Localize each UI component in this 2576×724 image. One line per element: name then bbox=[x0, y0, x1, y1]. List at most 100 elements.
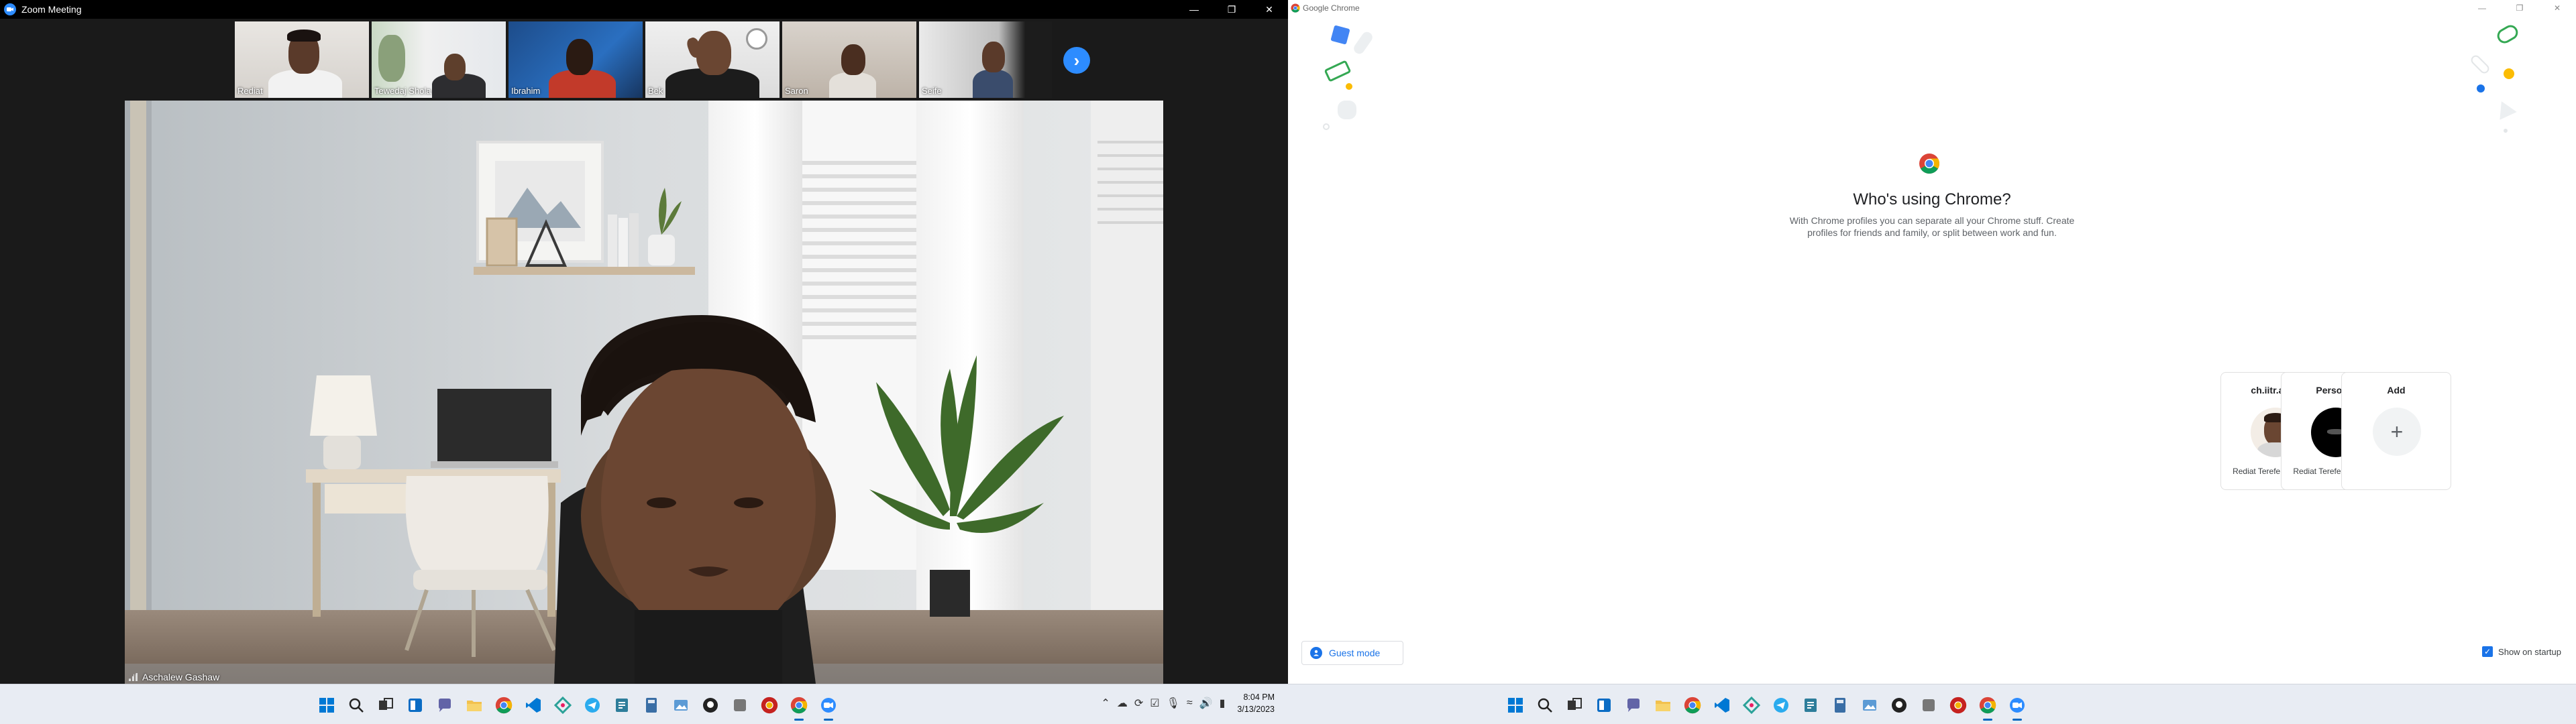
start-icon[interactable] bbox=[315, 694, 338, 717]
vscode-icon[interactable] bbox=[522, 694, 545, 717]
decorative-ring bbox=[1323, 123, 1330, 130]
app-icon[interactable] bbox=[1799, 694, 1822, 717]
volume-icon[interactable]: 🔊 bbox=[1199, 697, 1213, 710]
guest-mode-button[interactable]: Guest mode bbox=[1301, 641, 1403, 665]
widgets-icon[interactable] bbox=[404, 694, 427, 717]
guest-mode-label: Guest mode bbox=[1329, 648, 1381, 658]
chrome-dev-icon[interactable] bbox=[758, 694, 781, 717]
decorative-squiggle bbox=[2494, 22, 2521, 46]
chrome-icon[interactable] bbox=[1681, 694, 1704, 717]
decorative-capsule-shape bbox=[1352, 29, 1375, 56]
minimize-button[interactable]: — bbox=[1175, 0, 1213, 19]
restore-button[interactable]: ❐ bbox=[2501, 0, 2538, 16]
show-on-startup-label: Show on startup bbox=[2498, 646, 2561, 657]
minimize-button[interactable]: — bbox=[2463, 0, 2501, 16]
participant-name: Tewedaj Shola bbox=[374, 86, 431, 96]
wifi-icon[interactable]: ≈ bbox=[1187, 697, 1193, 709]
taskbar-apps bbox=[1504, 694, 2029, 721]
app-icon[interactable] bbox=[1917, 694, 1940, 717]
chat-icon[interactable] bbox=[1622, 694, 1645, 717]
search-icon[interactable] bbox=[1534, 694, 1556, 717]
clock[interactable]: 8:04 PM 3/13/2023 bbox=[1237, 691, 1275, 715]
widgets-icon[interactable] bbox=[1593, 694, 1615, 717]
app-icon[interactable] bbox=[1740, 694, 1763, 717]
onedrive-icon[interactable]: ☁ bbox=[1117, 697, 1128, 710]
zoom-titlebar: Zoom Meeting — ❐ ✕ bbox=[0, 0, 1288, 19]
chevron-up-icon[interactable]: ⌃ bbox=[1101, 697, 1110, 710]
photos-icon[interactable] bbox=[669, 694, 692, 717]
participant-name: Seife bbox=[922, 86, 942, 96]
participant-gallery: Rediat Tewedaj Shola Ibrahim Bek Saron S… bbox=[235, 21, 1055, 98]
active-speaker-label: Aschalew Gashaw bbox=[129, 672, 219, 682]
file-explorer-icon[interactable] bbox=[1652, 694, 1674, 717]
taskbar-secondary bbox=[1288, 684, 2576, 724]
participant-tile[interactable]: Bek bbox=[645, 21, 780, 98]
participant-tile[interactable]: Seife bbox=[919, 21, 1052, 98]
zoom-logo-icon bbox=[4, 3, 16, 15]
battery-icon[interactable]: ▮ bbox=[1220, 697, 1226, 710]
app-icon[interactable] bbox=[729, 694, 751, 717]
zoom-window-controls: — ❐ ✕ bbox=[1175, 0, 1288, 19]
chevron-right-icon: › bbox=[1073, 50, 1080, 70]
microphone-icon[interactable]: 🎙 bbox=[1167, 697, 1180, 710]
chrome-icon[interactable] bbox=[492, 694, 515, 717]
file-explorer-icon[interactable] bbox=[463, 694, 486, 717]
calculator-icon[interactable] bbox=[1829, 694, 1851, 717]
add-profile-card[interactable]: Add + bbox=[2341, 372, 2451, 490]
active-speaker-video: Aschalew Gashaw bbox=[125, 101, 1163, 684]
participant-name: Ibrahim bbox=[511, 86, 541, 96]
participant-tile[interactable]: Tewedaj Shola bbox=[372, 21, 506, 98]
participant-name: Bek bbox=[648, 86, 663, 96]
app-icon[interactable] bbox=[551, 694, 574, 717]
photos-icon[interactable] bbox=[1858, 694, 1881, 717]
zoom-icon[interactable] bbox=[2006, 694, 2029, 721]
show-on-startup-checkbox[interactable]: ✓ bbox=[2482, 646, 2493, 657]
search-icon[interactable] bbox=[345, 694, 368, 717]
chrome-profile-picker-window: Google Chrome — ❐ ✕ Who's using Chrome? bbox=[1288, 0, 2576, 684]
decorative-outline-shape bbox=[1324, 60, 1352, 82]
chrome-logo-icon bbox=[1919, 154, 1939, 174]
close-button[interactable]: ✕ bbox=[2538, 0, 2576, 16]
chrome-window-controls: — ❐ ✕ bbox=[2463, 0, 2576, 16]
calculator-icon[interactable] bbox=[640, 694, 663, 717]
decorative-dot bbox=[2504, 129, 2508, 133]
chrome-icon[interactable] bbox=[788, 694, 810, 721]
active-speaker-name: Aschalew Gashaw bbox=[142, 672, 220, 682]
show-on-startup-option[interactable]: ✓ Show on startup bbox=[2482, 646, 2561, 657]
zoom-icon[interactable] bbox=[817, 694, 840, 721]
security-icon[interactable]: ☑ bbox=[1150, 697, 1159, 710]
vscode-icon[interactable] bbox=[1711, 694, 1733, 717]
github-icon[interactable] bbox=[699, 694, 722, 717]
page-subtitle: With Chrome profiles you can separate al… bbox=[1789, 215, 2075, 238]
gallery-next-button[interactable]: › bbox=[1063, 47, 1090, 74]
participant-tile[interactable]: Ibrahim bbox=[508, 21, 643, 98]
person-icon bbox=[1310, 647, 1322, 659]
participant-name: Saron bbox=[785, 86, 808, 96]
decorative-square-shape bbox=[1330, 25, 1350, 45]
page-title: Who's using Chrome? bbox=[1853, 190, 2011, 208]
zoom-window-title: Zoom Meeting bbox=[21, 4, 82, 15]
close-button[interactable]: ✕ bbox=[1250, 0, 1288, 19]
telegram-icon[interactable] bbox=[581, 694, 604, 717]
sync-icon[interactable]: ⟳ bbox=[1134, 697, 1143, 710]
participant-tile[interactable]: Saron bbox=[782, 21, 916, 98]
taskbar-primary: ⌃ ☁ ⟳ ☑ 🎙 ≈ 🔊 ▮ 8:04 PM 3/13/2023 bbox=[0, 684, 1288, 724]
participant-name: Rediat bbox=[237, 86, 263, 96]
taskbar-apps bbox=[315, 694, 840, 721]
task-view-icon[interactable] bbox=[1563, 694, 1586, 717]
clock-time: 8:04 PM bbox=[1243, 692, 1275, 702]
system-tray: ⌃ ☁ ⟳ ☑ 🎙 ≈ 🔊 ▮ 8:04 PM 3/13/2023 bbox=[1101, 691, 1275, 715]
participant-tile[interactable]: Rediat bbox=[235, 21, 369, 98]
chrome-icon[interactable] bbox=[1976, 694, 1999, 721]
chrome-dev-icon[interactable] bbox=[1947, 694, 1970, 717]
restore-button[interactable]: ❐ bbox=[1213, 0, 1250, 19]
github-icon[interactable] bbox=[1888, 694, 1911, 717]
app-icon[interactable] bbox=[610, 694, 633, 717]
signal-strength-icon bbox=[129, 673, 138, 681]
task-view-icon[interactable] bbox=[374, 694, 397, 717]
telegram-icon[interactable] bbox=[1770, 694, 1792, 717]
chat-icon[interactable] bbox=[433, 694, 456, 717]
decorative-dot bbox=[2477, 84, 2485, 93]
virtual-background-image bbox=[125, 101, 1163, 684]
start-icon[interactable] bbox=[1504, 694, 1527, 717]
